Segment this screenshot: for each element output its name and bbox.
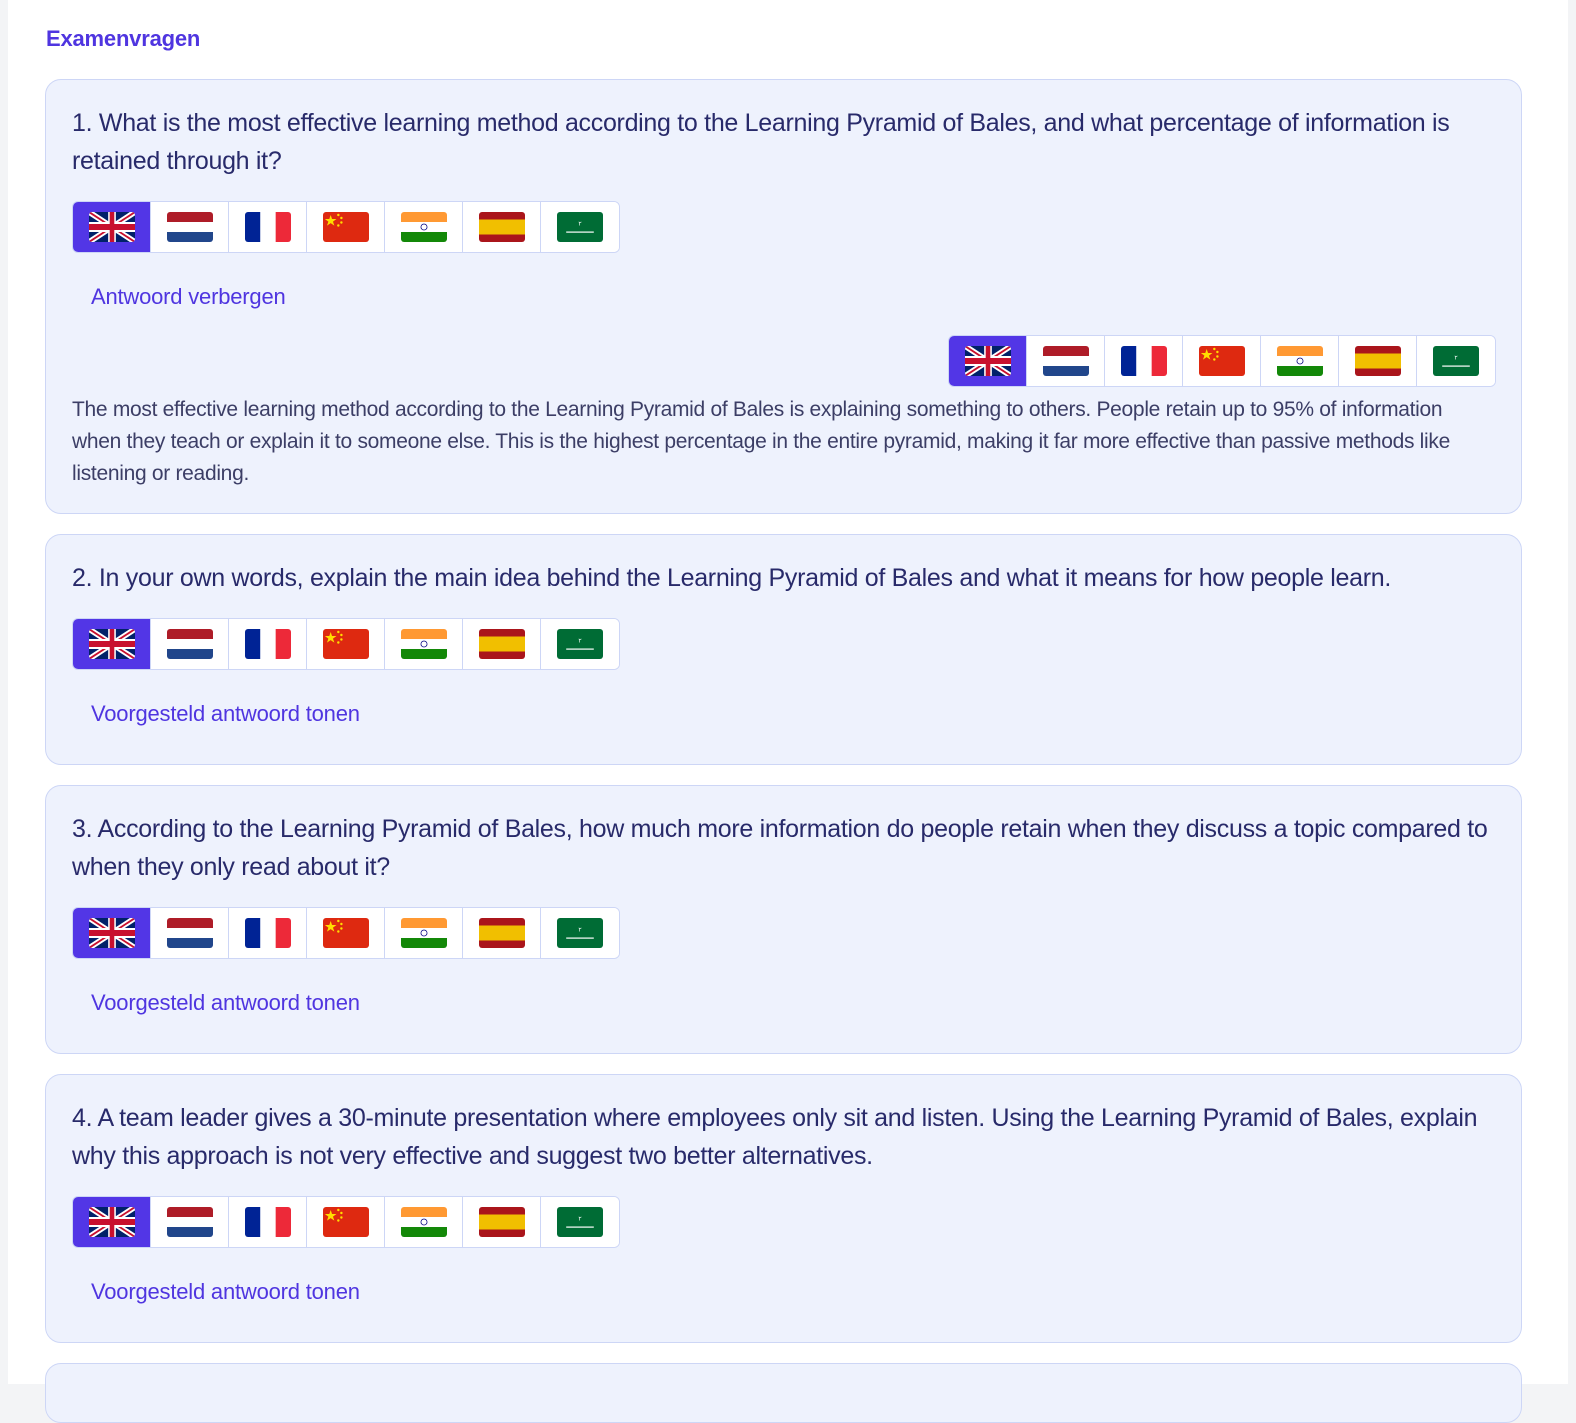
saudi-arabia-language-button[interactable]: ۲: [541, 619, 619, 669]
netherlands-language-button[interactable]: [151, 908, 229, 958]
spain-flag-icon: [478, 1207, 525, 1237]
show-answer-link[interactable]: Voorgesteld antwoord tonen: [91, 990, 360, 1016]
uk-flag-icon: [88, 1207, 135, 1237]
spain-flag-icon: [478, 918, 525, 948]
netherlands-flag-icon: [1042, 346, 1089, 376]
spain-flag-icon: [1354, 346, 1401, 376]
saudi-arabia-language-button[interactable]: ۲: [541, 202, 619, 252]
uk-language-button[interactable]: [949, 336, 1027, 386]
china-flag-icon: [322, 918, 369, 948]
question-card-4: 4. A team leader gives a 30-minute prese…: [45, 1074, 1522, 1343]
china-language-button[interactable]: [307, 619, 385, 669]
uk-language-button[interactable]: [73, 908, 151, 958]
india-language-button[interactable]: [1261, 336, 1339, 386]
saudi-arabia-flag-icon: ۲: [557, 1207, 603, 1237]
netherlands-language-button[interactable]: [151, 619, 229, 669]
india-flag-icon: [400, 1207, 447, 1237]
netherlands-flag-icon: [166, 918, 213, 948]
china-language-button[interactable]: [1183, 336, 1261, 386]
india-language-button[interactable]: [385, 1197, 463, 1247]
netherlands-language-button[interactable]: [151, 202, 229, 252]
saudi-arabia-flag-icon: ۲: [557, 212, 603, 242]
spain-language-button[interactable]: [463, 1197, 541, 1247]
spain-language-button[interactable]: [463, 619, 541, 669]
india-language-button[interactable]: [385, 908, 463, 958]
france-flag-icon: [244, 1207, 291, 1237]
uk-flag-icon: [88, 629, 135, 659]
india-flag-icon: [400, 212, 447, 242]
uk-language-button[interactable]: [73, 619, 151, 669]
answer-text: The most effective learning method accor…: [72, 398, 1450, 485]
india-flag-icon: [1276, 346, 1323, 376]
language-switcher: ۲: [72, 618, 620, 670]
question-text: 3. According to the Learning Pyramid of …: [72, 815, 1488, 881]
netherlands-language-button[interactable]: [151, 1197, 229, 1247]
china-flag-icon: [322, 1207, 369, 1237]
uk-flag-icon: [88, 212, 135, 242]
india-flag-icon: [400, 918, 447, 948]
spain-language-button[interactable]: [463, 908, 541, 958]
france-language-button[interactable]: [229, 1197, 307, 1247]
india-language-button[interactable]: [385, 202, 463, 252]
uk-language-button[interactable]: [73, 202, 151, 252]
spain-flag-icon: [478, 629, 525, 659]
page: Examenvragen 1. What is the most effecti…: [8, 0, 1568, 1423]
question-text: 2. In your own words, explain the main i…: [72, 564, 1391, 592]
india-flag-icon: [400, 629, 447, 659]
saudi-arabia-language-button[interactable]: ۲: [1417, 336, 1495, 386]
france-language-button[interactable]: [1105, 336, 1183, 386]
show-answer-link[interactable]: Voorgesteld antwoord tonen: [91, 701, 360, 727]
language-switcher: ۲: [72, 907, 620, 959]
answer-language-switcher: ۲: [948, 335, 1496, 387]
france-flag-icon: [244, 629, 291, 659]
china-language-button[interactable]: [307, 908, 385, 958]
language-switcher: ۲: [72, 1196, 620, 1248]
show-answer-link[interactable]: Voorgesteld antwoord tonen: [91, 1279, 360, 1305]
china-flag-icon: [1198, 346, 1245, 376]
saudi-arabia-flag-icon: ۲: [557, 918, 603, 948]
france-language-button[interactable]: [229, 619, 307, 669]
question-text: 4. A team leader gives a 30-minute prese…: [72, 1104, 1478, 1170]
uk-language-button[interactable]: [73, 1197, 151, 1247]
saudi-arabia-language-button[interactable]: ۲: [541, 908, 619, 958]
uk-flag-icon: [964, 346, 1011, 376]
saudi-arabia-language-button[interactable]: ۲: [541, 1197, 619, 1247]
question-card-5: [45, 1363, 1522, 1423]
question-card-1: 1. What is the most effective learning m…: [45, 79, 1522, 514]
france-flag-icon: [244, 918, 291, 948]
svg-text:۲: ۲: [578, 1216, 581, 1223]
saudi-arabia-flag-icon: ۲: [557, 629, 603, 659]
spain-flag-icon: [478, 212, 525, 242]
france-language-button[interactable]: [229, 908, 307, 958]
svg-text:۲: ۲: [578, 638, 581, 645]
hide-answer-link[interactable]: Antwoord verbergen: [91, 284, 286, 310]
india-language-button[interactable]: [385, 619, 463, 669]
svg-text:۲: ۲: [1454, 355, 1457, 362]
china-flag-icon: [322, 212, 369, 242]
china-language-button[interactable]: [307, 202, 385, 252]
question-card-3: 3. According to the Learning Pyramid of …: [45, 785, 1522, 1054]
question-text: 1. What is the most effective learning m…: [72, 109, 1450, 175]
china-language-button[interactable]: [307, 1197, 385, 1247]
saudi-arabia-flag-icon: ۲: [1433, 346, 1479, 376]
question-card-2: 2. In your own words, explain the main i…: [45, 534, 1522, 765]
netherlands-flag-icon: [166, 629, 213, 659]
uk-flag-icon: [88, 918, 135, 948]
netherlands-language-button[interactable]: [1027, 336, 1105, 386]
france-flag-icon: [244, 212, 291, 242]
netherlands-flag-icon: [166, 212, 213, 242]
svg-text:۲: ۲: [578, 927, 581, 934]
section-title: Examenvragen: [46, 26, 201, 51]
netherlands-flag-icon: [166, 1207, 213, 1237]
svg-text:۲: ۲: [578, 221, 581, 228]
france-flag-icon: [1120, 346, 1167, 376]
china-flag-icon: [322, 629, 369, 659]
france-language-button[interactable]: [229, 202, 307, 252]
spain-language-button[interactable]: [463, 202, 541, 252]
language-switcher: ۲: [72, 201, 620, 253]
spain-language-button[interactable]: [1339, 336, 1417, 386]
